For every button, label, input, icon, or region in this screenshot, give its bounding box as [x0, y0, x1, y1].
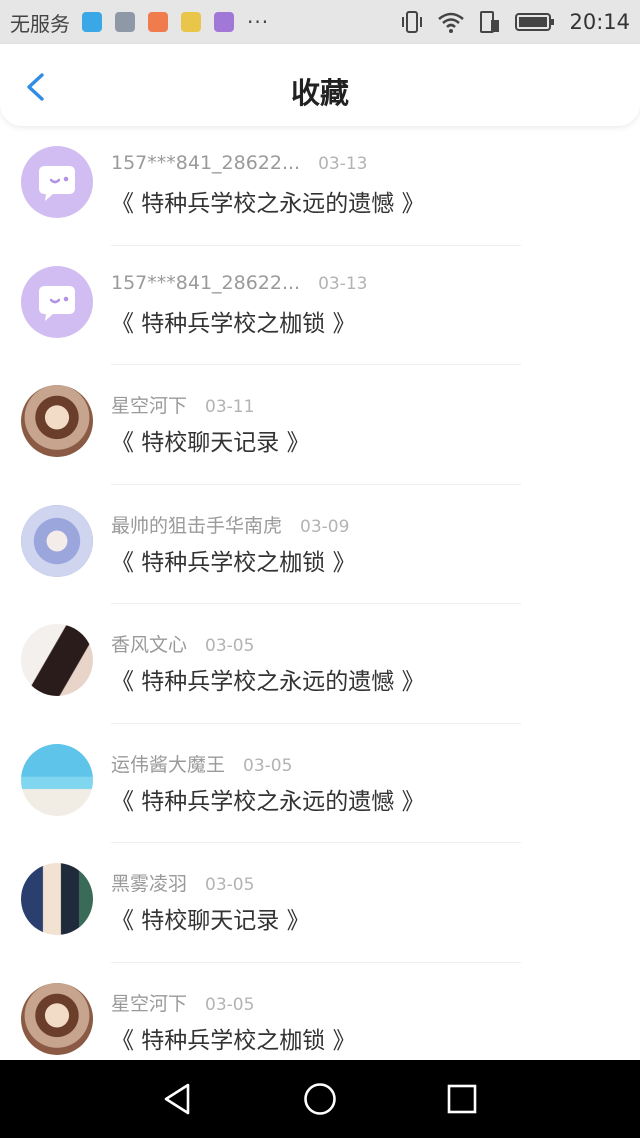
list-item[interactable]: 星空河下 03-05 《 特种兵学校之枷锁 》 — [0, 963, 640, 1061]
date: 03-05 — [205, 636, 255, 656]
app-icon-blue — [82, 12, 102, 32]
anime-girl-avatar — [21, 385, 93, 457]
status-bar: 无服务 ··· 20:14 — [0, 0, 640, 44]
page-title: 收藏 — [290, 76, 349, 110]
user-name: 星空河下 — [111, 992, 188, 1015]
video-icon — [148, 12, 168, 32]
book-title: 《 特种兵学校之永远的遗憾 》 — [111, 788, 425, 815]
vibrate-icon — [402, 11, 423, 33]
girl-portrait-avatar — [21, 624, 93, 696]
carrier-text: 无服务 — [10, 11, 70, 36]
circle-home-icon[interactable] — [303, 1082, 337, 1116]
date: 03-05 — [243, 755, 293, 776]
favorites-list: 157***841_28622... 03-13 《 特种兵学校之永远的遗憾 》… — [0, 126, 640, 1060]
sea-avatar — [21, 743, 93, 816]
list-item[interactable]: 星空河下 03-11 《 特校聊天记录 》 — [0, 365, 640, 485]
user-name: 运伟酱大魔王 — [111, 753, 226, 776]
user-name: 157***841_28622... — [111, 152, 301, 174]
gallery-icon — [115, 12, 135, 32]
user-name: 157***841_28622... — [111, 271, 301, 294]
list-item[interactable]: 香风文心 03-05 《 特种兵学校之永远的遗憾 》 — [0, 604, 640, 724]
list-item[interactable]: 黑雾凌羽 03-05 《 特校聊天记录 》 — [0, 843, 640, 963]
sim-icon — [480, 11, 500, 33]
wifi-icon — [438, 12, 465, 33]
book-title: 《 特种兵学校之永远的遗憾 》 — [111, 191, 425, 217]
anime-girl-avatar — [21, 982, 93, 1055]
user-name: 黑雾凌羽 — [111, 873, 188, 895]
anime-girl-blue-avatar — [21, 504, 93, 577]
battery-icon — [515, 13, 555, 31]
book-title: 《 特校聊天记录 》 — [111, 908, 310, 934]
triangle-back-icon[interactable] — [160, 1082, 194, 1116]
square-recent-icon[interactable] — [445, 1082, 479, 1116]
date: 03-13 — [318, 273, 368, 294]
header: 收藏 — [0, 44, 640, 126]
user-name: 星空河下 — [111, 395, 188, 417]
more-notifications-icon: ··· — [247, 10, 270, 34]
date: 03-13 — [318, 154, 368, 174]
book-title: 《 特种兵学校之永远的遗憾 》 — [111, 669, 425, 695]
list-item[interactable]: 157***841_28622... 03-13 《 特种兵学校之永远的遗憾 》 — [0, 126, 640, 246]
smile-icon — [181, 12, 201, 32]
list-item[interactable]: 157***841_28622... 03-13 《 特种兵学校之枷锁 》 — [0, 246, 640, 365]
book-title: 《 特种兵学校之枷锁 》 — [111, 310, 356, 337]
user-name: 最帅的狙击手华南虎 — [111, 514, 283, 537]
keyboard-icon — [214, 12, 234, 32]
list-item[interactable]: 最帅的狙击手华南虎 03-09 《 特种兵学校之枷锁 》 — [0, 485, 640, 604]
clock: 20:14 — [569, 10, 630, 34]
book-title: 《 特种兵学校之枷锁 》 — [111, 1027, 356, 1054]
navigation-bar — [0, 1060, 640, 1138]
list-item[interactable]: 运伟酱大魔王 03-05 《 特种兵学校之永远的遗憾 》 — [0, 724, 640, 843]
anime-boys-avatar — [21, 863, 93, 935]
chat-bubble-icon — [21, 265, 93, 338]
date: 03-05 — [205, 994, 255, 1015]
date: 03-05 — [205, 875, 255, 895]
date: 03-09 — [300, 516, 350, 537]
book-title: 《 特种兵学校之枷锁 》 — [111, 549, 356, 576]
user-name: 香风文心 — [111, 634, 188, 656]
book-title: 《 特校聊天记录 》 — [111, 430, 310, 456]
date: 03-11 — [205, 397, 255, 417]
chat-bubble-icon — [21, 146, 93, 218]
